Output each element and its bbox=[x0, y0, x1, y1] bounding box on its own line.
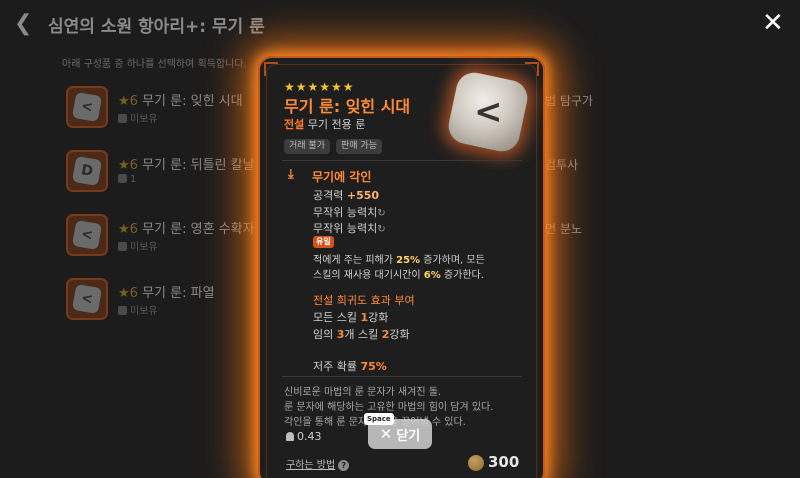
list-item[interactable]: < ★6 무기 룬: 영혼 수확자 미보유 bbox=[66, 214, 266, 260]
unique-badge: 유일 bbox=[313, 236, 334, 248]
item-price: 300 bbox=[488, 453, 520, 471]
item-star-rating: ★★★★★★ bbox=[284, 80, 355, 94]
random-stat: 무작위 능력치 bbox=[313, 222, 378, 235]
close-button-label: 닫기 bbox=[396, 428, 421, 444]
rune-thumbnail: < bbox=[66, 278, 108, 320]
rune-stone-icon: < bbox=[71, 91, 103, 123]
weight-icon bbox=[286, 432, 294, 441]
engrave-title: 무기에 각인 bbox=[312, 170, 372, 184]
bag-icon bbox=[118, 306, 127, 315]
item-type: 무기 전용 룬 bbox=[307, 118, 366, 131]
owned-count: 미보유 bbox=[130, 114, 158, 125]
legend-effect-line: 모든 스킬 1강화 bbox=[313, 311, 389, 324]
rune-stone-icon: < bbox=[71, 283, 103, 315]
list-item-right-label[interactable]: 법 탐구가 bbox=[545, 92, 593, 109]
lore-text: 룬 문자에 해당하는 고유한 마법의 힘이 담겨 있다. bbox=[284, 402, 494, 413]
coin-icon bbox=[468, 455, 484, 471]
reroll-icon: ↻ bbox=[377, 224, 386, 235]
rune-name: 무기 룬: 뒤틀린 칼날 bbox=[142, 158, 255, 173]
rune-stone-icon: < bbox=[71, 219, 103, 251]
effect-line: 스킬의 재사용 대기시간이 6% 증가한다. bbox=[313, 270, 484, 281]
tag-sellable: 판매 가능 bbox=[336, 139, 382, 154]
frame-corner-ornament bbox=[264, 62, 278, 76]
list-item[interactable]: D ★6 무기 룬: 뒤틀린 칼날 1 bbox=[66, 150, 266, 196]
rune-stone-icon: D bbox=[71, 155, 103, 187]
help-icon[interactable]: ? bbox=[338, 460, 350, 471]
item-weight: 0.43 bbox=[297, 430, 322, 443]
star-grade: ★6 bbox=[118, 158, 138, 173]
star-grade: ★6 bbox=[118, 222, 138, 237]
curse-chance: 저주 확률 75% bbox=[313, 360, 387, 373]
engrave-arrow-icon: ⤓ bbox=[288, 167, 294, 182]
reroll-icon: ↻ bbox=[377, 208, 386, 219]
owned-count: 미보유 bbox=[130, 242, 158, 253]
legend-effect-line: 임의 3개 스킬 2강화 bbox=[313, 328, 410, 341]
attack-value: +550 bbox=[346, 189, 380, 202]
bag-icon bbox=[118, 242, 127, 251]
divider bbox=[282, 376, 522, 377]
legend-effect-title: 전설 희귀도 효과 부여 bbox=[313, 294, 415, 307]
rune-name: 무기 룬: 영혼 수확자 bbox=[142, 222, 255, 237]
item-name: 무기 룬: 잊힌 시대 bbox=[284, 97, 411, 116]
page-title: 심연의 소원 항아리+: 무기 룬 bbox=[48, 17, 265, 37]
bag-icon bbox=[118, 114, 127, 123]
effect-line: 적에게 주는 피해가 25% 증가하며, 모든 bbox=[313, 255, 485, 266]
back-icon[interactable]: ❮ bbox=[14, 12, 36, 36]
divider bbox=[282, 160, 522, 161]
rune-name: 무기 룬: 잊힌 시대 bbox=[142, 94, 243, 109]
frame-corner-ornament bbox=[525, 62, 539, 76]
list-item[interactable]: < ★6 무기 룬: 파열 미보유 bbox=[66, 278, 266, 324]
bag-icon bbox=[118, 174, 127, 183]
space-key-hint: Space bbox=[364, 413, 394, 425]
header: ❮ 심연의 소원 항아리+: 무기 룬 ✕ bbox=[0, 0, 800, 50]
list-item-right-label[interactable]: 검투사 bbox=[545, 156, 578, 173]
star-grade: ★6 bbox=[118, 94, 138, 109]
random-stat: 무작위 능력치 bbox=[313, 206, 378, 219]
list-item-right-label[interactable]: 먼 분노 bbox=[545, 220, 582, 237]
close-icon: ✕ bbox=[379, 425, 393, 443]
star-grade: ★6 bbox=[118, 286, 138, 301]
owned-count: 1 bbox=[130, 174, 137, 185]
page-subtitle: 아래 구성품 중 하나를 선택하여 획득합니다. bbox=[62, 59, 247, 70]
rune-thumbnail: < bbox=[66, 86, 108, 128]
rune-name: 무기 룬: 파열 bbox=[142, 286, 215, 301]
rune-thumbnail: D bbox=[66, 150, 108, 192]
lore-text: 신비로운 마법의 룬 문자가 새겨진 돌. bbox=[284, 387, 442, 398]
tag-untradeable: 거래 불가 bbox=[284, 139, 330, 154]
owned-count: 미보유 bbox=[130, 306, 158, 317]
how-to-obtain-link[interactable]: 구하는 방법? bbox=[286, 456, 350, 471]
attack-label: 공격력 bbox=[313, 189, 344, 202]
rune-thumbnail: < bbox=[66, 214, 108, 256]
list-item[interactable]: < ★6 무기 룬: 잊힌 시대 미보유 bbox=[66, 86, 266, 132]
close-icon[interactable]: ✕ bbox=[762, 10, 786, 36]
item-grade: 전설 bbox=[284, 118, 305, 131]
